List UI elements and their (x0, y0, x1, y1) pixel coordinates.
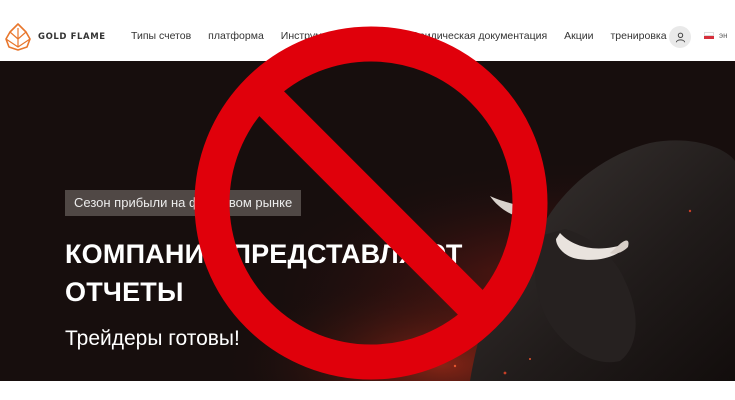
page-bottom-strip (0, 381, 735, 400)
hero-subtitle: Трейдеры готовы! (65, 327, 240, 350)
flame-logo-icon (5, 23, 31, 51)
hero-banner: Сезон прибыли на фондовом рынке КОМПАНИИ… (0, 61, 735, 381)
nav-item-instruments[interactable]: Инструменты (281, 30, 346, 42)
nav-item-about[interactable]: О нас (363, 30, 391, 42)
language-label: эн (719, 31, 728, 40)
page: GOLD FLAME Типы счетов платформа Инструм… (0, 0, 735, 400)
nav-item-legal-docs[interactable]: Юридическая документация (408, 30, 547, 42)
logo-text: GOLD FLAME (38, 32, 106, 42)
hero-badge: Сезон прибыли на фондовом рынке (65, 190, 302, 216)
language-selector[interactable]: эн (704, 31, 728, 40)
logo[interactable]: GOLD FLAME (5, 23, 106, 51)
user-account-button[interactable] (669, 26, 691, 48)
flag-icon (704, 32, 714, 39)
site-header: GOLD FLAME Типы счетов платформа Инструм… (0, 0, 735, 61)
user-icon (675, 32, 685, 42)
main-nav: Типы счетов платформа Инструменты О нас … (131, 30, 667, 42)
nav-item-platform[interactable]: платформа (208, 30, 264, 42)
nav-item-promotions[interactable]: Акции (564, 30, 593, 42)
nav-item-account-types[interactable]: Типы счетов (131, 30, 191, 42)
hero-title: КОМПАНИИ ПРЕДСТАВЛЯЮТ ОТЧЕТЫ (65, 239, 463, 307)
nav-item-training[interactable]: тренировка (611, 30, 667, 42)
